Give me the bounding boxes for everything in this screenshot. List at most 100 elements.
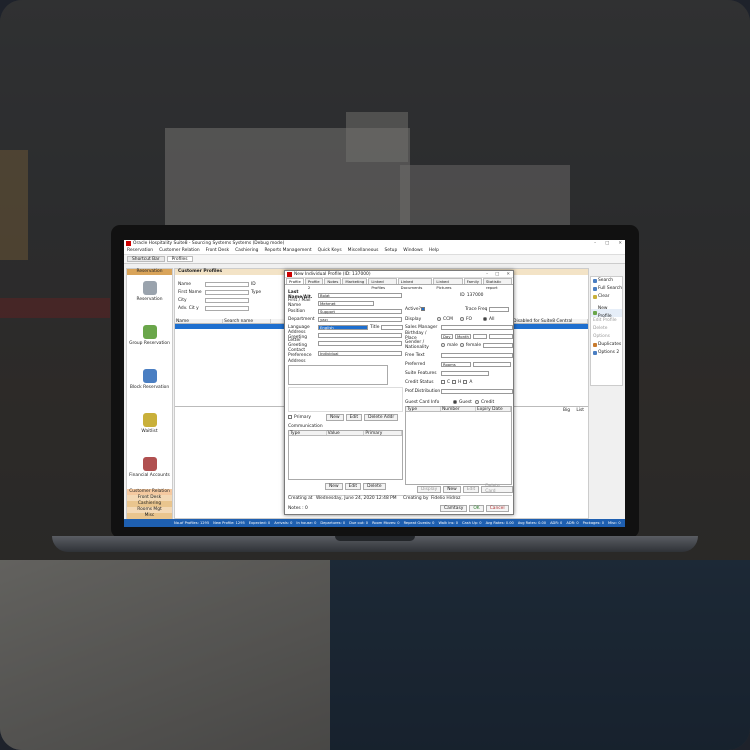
duplicates-button[interactable]: Duplicates: [591, 341, 622, 349]
credit-c-checkbox[interactable]: [441, 380, 445, 384]
full-search-button[interactable]: Full Search: [591, 285, 622, 293]
name-field[interactable]: [205, 282, 249, 287]
display-all-radio[interactable]: [483, 317, 487, 321]
prof-distribution-select[interactable]: [441, 388, 513, 394]
maximize-button[interactable]: □: [605, 241, 609, 246]
clear-button[interactable]: Clear: [591, 293, 622, 301]
birthday-month-select[interactable]: Month: [455, 333, 471, 339]
menu-quick-keys[interactable]: Quick Keys: [318, 248, 342, 253]
position-input[interactable]: Support: [318, 308, 402, 314]
edit-address-button[interactable]: Edit: [345, 413, 363, 421]
view-list-button[interactable]: List: [576, 408, 584, 413]
preferred-select[interactable]: Rooms: [441, 361, 471, 367]
menu-customer-relation[interactable]: Customer Relation: [159, 248, 200, 253]
edit-card-button[interactable]: Edit: [462, 485, 480, 493]
communication-table[interactable]: Type Value Primary: [288, 430, 403, 480]
letter-greeting-select[interactable]: [318, 340, 402, 346]
city-field[interactable]: [205, 298, 249, 303]
sidebar-item-waitlist[interactable]: Waitlist: [127, 413, 172, 451]
adv-field[interactable]: [205, 306, 249, 311]
grid-col-disabled-central[interactable]: Disabled for Suite8 Central: [512, 319, 588, 324]
menu-cashiering[interactable]: Cashiering: [235, 248, 258, 253]
credit-radio[interactable]: [475, 400, 479, 404]
birthplace-input[interactable]: [489, 333, 513, 339]
delete-comm-button[interactable]: Delete: [363, 482, 386, 490]
sidebar-item-block-reservation[interactable]: Block Reservation: [127, 369, 172, 407]
tab-linked-pictures[interactable]: Linked Pictures: [433, 278, 463, 290]
menu-windows[interactable]: Windows: [403, 248, 423, 253]
preferred-extra[interactable]: [473, 361, 511, 367]
display-fo-radio[interactable]: [460, 317, 464, 321]
view-big-button[interactable]: Big: [563, 408, 570, 413]
guest-card-label: Guest Card Info: [405, 399, 440, 405]
new-address-button[interactable]: New: [326, 413, 344, 421]
new-card-button[interactable]: New: [443, 485, 461, 493]
credit-h-checkbox[interactable]: [452, 380, 457, 384]
department-input[interactable]: yazı: [318, 316, 402, 322]
sales-manager-select[interactable]: [441, 324, 513, 330]
guest-card-table[interactable]: Type Number Expiry Date: [405, 406, 512, 485]
options2-button[interactable]: Options 2: [591, 349, 622, 357]
delete-card-button[interactable]: Delete Card: [481, 484, 513, 494]
language-select[interactable]: English: [318, 324, 368, 330]
trace-freq-input[interactable]: [489, 306, 510, 312]
dialog-close-button[interactable]: ✕: [506, 272, 510, 277]
cancel-button[interactable]: Cancel: [485, 504, 509, 512]
tab-profile[interactable]: Profile: [286, 278, 304, 284]
new-profile-button[interactable]: New Profile: [591, 306, 622, 319]
tab-linked-profiles[interactable]: Linked Profiles: [368, 278, 397, 290]
delete-address-button[interactable]: Delete Addr: [364, 413, 399, 421]
tab-statistic-report[interactable]: Statistic report: [483, 278, 512, 290]
address-greeting-select[interactable]: [318, 332, 402, 338]
nationality-select[interactable]: [483, 342, 514, 348]
gender-female-radio[interactable]: [459, 343, 464, 347]
first-name-input[interactable]: Mehmet: [318, 300, 374, 306]
tab-profiles[interactable]: Profiles: [166, 256, 193, 262]
minimize-button[interactable]: –: [594, 241, 596, 246]
gender-male-radio[interactable]: [441, 343, 445, 347]
title-select[interactable]: [381, 324, 404, 330]
tab-profile-2[interactable]: Profile 2: [304, 278, 324, 290]
firstname-field[interactable]: [205, 290, 249, 295]
sidebar-item-group-reservation[interactable]: Group Reservation: [127, 325, 172, 363]
active-checkbox[interactable]: [421, 307, 425, 311]
options-button[interactable]: Options: [591, 333, 622, 341]
birthday-year-input[interactable]: [473, 333, 487, 339]
credit-a-checkbox[interactable]: [463, 380, 468, 384]
dialog-maximize-button[interactable]: □: [495, 272, 499, 277]
search-button[interactable]: Search: [591, 277, 622, 285]
primary-checkbox[interactable]: [288, 415, 292, 419]
menu-help[interactable]: Help: [429, 248, 439, 253]
guest-radio[interactable]: [453, 400, 457, 404]
menu-setup[interactable]: Setup: [384, 248, 397, 253]
tab-family[interactable]: Family: [463, 278, 482, 284]
birthday-day-select[interactable]: Day: [441, 333, 453, 339]
menu-front-desk[interactable]: Front Desk: [206, 248, 229, 253]
new-comm-button[interactable]: New: [325, 482, 343, 490]
tab-linked-documents[interactable]: Linked Documents: [397, 278, 433, 290]
tab-shortcut-bar[interactable]: Shortcut Bar: [127, 256, 165, 262]
sidebar-item-reservation[interactable]: Reservation: [127, 281, 172, 319]
close-button[interactable]: ✕: [618, 241, 622, 246]
dialog-minimize-button[interactable]: –: [486, 272, 488, 277]
sidebar-header[interactable]: Reservation: [127, 269, 172, 275]
edit-comm-button[interactable]: Edit: [344, 482, 362, 490]
display-ccm-radio[interactable]: [437, 317, 441, 321]
menu-misc[interactable]: Miscellaneous: [348, 248, 379, 253]
menu-reservation[interactable]: Reservation: [127, 248, 153, 253]
free-text-input[interactable]: [441, 352, 513, 358]
tab-marketing[interactable]: Marketing: [342, 278, 368, 284]
last-name-input[interactable]: Bolat: [318, 292, 402, 298]
tab-notes[interactable]: Notes: [324, 278, 342, 284]
menu-reports[interactable]: Reports Management: [264, 248, 311, 253]
grid-col-name[interactable]: Name: [175, 319, 224, 324]
address-list[interactable]: [288, 365, 388, 385]
camtasy-button[interactable]: Camtasy: [440, 504, 468, 512]
search-icon: [593, 279, 597, 283]
display-card-button[interactable]: Display: [417, 485, 442, 493]
grid-col-search-name[interactable]: Search name: [223, 319, 272, 324]
contact-pref-select[interactable]: Individual: [318, 350, 402, 356]
suite-features-select[interactable]: [441, 370, 489, 376]
delete-button[interactable]: Delete: [591, 325, 622, 333]
ok-button[interactable]: OK: [469, 504, 484, 512]
